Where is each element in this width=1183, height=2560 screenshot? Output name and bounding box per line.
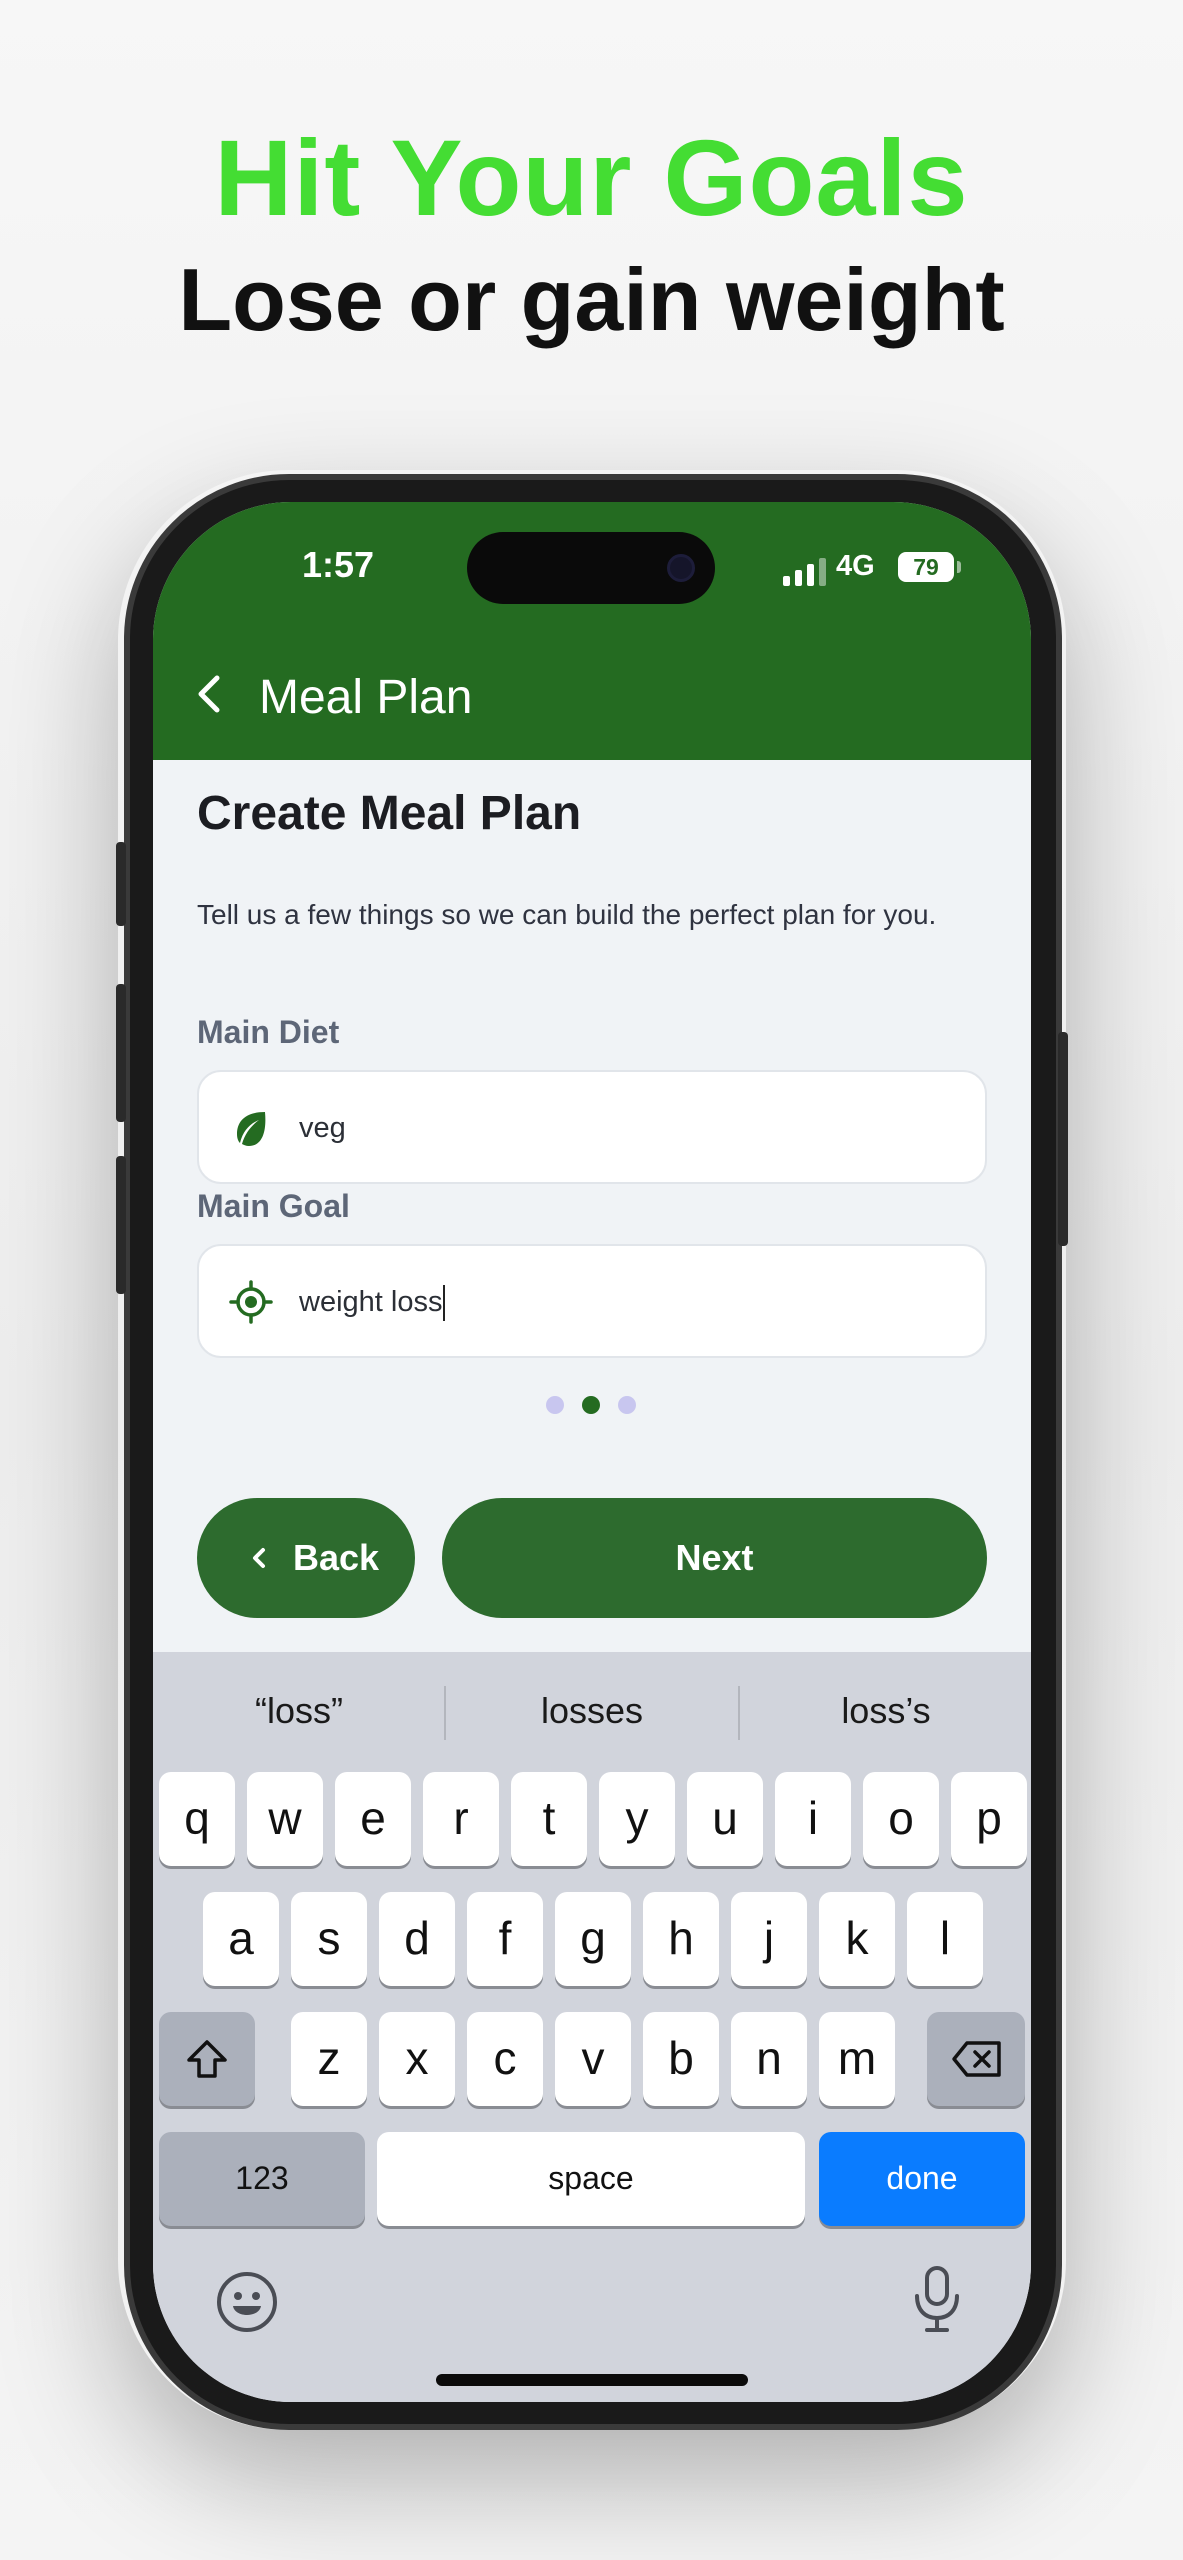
key-i[interactable]: i [775,1772,851,1866]
battery-icon: 79 [898,552,954,582]
suggestion-1[interactable]: “loss” [153,1652,445,1770]
goal-value-text: weight loss [299,1286,443,1318]
next-button[interactable]: Next [442,1498,987,1618]
key-m[interactable]: m [819,2012,895,2106]
space-key[interactable]: space [377,2132,805,2226]
page-dot [618,1396,636,1414]
text-cursor [443,1285,446,1322]
target-icon [229,1280,273,1324]
key-l[interactable]: l [907,1892,983,1986]
key-d[interactable]: d [379,1892,455,1986]
status-time: 1:57 [301,544,375,585]
microphone-icon[interactable] [911,2264,963,2336]
key-b[interactable]: b [643,2012,719,2106]
key-v[interactable]: v [555,2012,631,2106]
goal-label: Main Goal [197,1188,350,1224]
diet-value: veg [299,1112,346,1144]
key-n[interactable]: n [731,2012,807,2106]
key-j[interactable]: j [731,1892,807,1986]
battery-level: 79 [913,554,939,580]
phone-screen: 1:57 4G 79 Meal Plan Create Meal Plan Te… [153,502,1031,2402]
form-title: Create Meal Plan [197,787,582,840]
promo-subline: Lose or gain weight [178,250,1005,349]
key-c[interactable]: c [467,2012,543,2106]
done-key[interactable]: done [819,2132,1025,2226]
key-t[interactable]: t [511,1772,587,1866]
key-g[interactable]: g [555,1892,631,1986]
key-z[interactable]: z [291,2012,367,2106]
diet-field[interactable]: veg [197,1070,987,1184]
leaf-icon [237,1112,266,1146]
shift-icon [187,2040,227,2078]
page-dot [546,1396,564,1414]
chevron-left-icon [253,1548,265,1568]
key-w[interactable]: w [247,1772,323,1866]
suggestion-2[interactable]: losses [446,1652,738,1770]
key-r[interactable]: r [423,1772,499,1866]
network-type: 4G [836,550,875,582]
key-q[interactable]: q [159,1772,235,1866]
chevron-left-icon[interactable] [189,672,233,716]
key-a[interactable]: a [203,1892,279,1986]
camera-icon [667,554,695,582]
promo-headline: Hit Your Goals [214,117,969,238]
numbers-key[interactable]: 123 [159,2132,365,2226]
battery-tip [957,561,961,573]
diet-label: Main Diet [197,1014,340,1050]
key-x[interactable]: x [379,2012,455,2106]
key-y[interactable]: y [599,1772,675,1866]
volume-down-button [116,1156,126,1294]
signal-icon [783,558,826,586]
key-s[interactable]: s [291,1892,367,1986]
suggestion-3[interactable]: loss’s [740,1652,1031,1770]
page-dot-active [582,1396,600,1414]
action-button [116,842,126,926]
key-o[interactable]: o [863,1772,939,1866]
power-button [1058,1032,1068,1246]
home-indicator[interactable] [436,2374,748,2386]
back-button-label: Back [293,1537,380,1578]
delete-key[interactable] [927,2012,1025,2106]
goal-field[interactable]: weight loss [197,1244,987,1358]
emoji-icon[interactable] [215,2270,279,2334]
page-title: Meal Plan [259,671,473,724]
shift-key[interactable] [159,2012,255,2106]
app-header: 1:57 4G 79 Meal Plan [153,502,1031,760]
volume-up-button [116,984,126,1122]
key-u[interactable]: u [687,1772,763,1866]
page-indicator [546,1396,636,1414]
backspace-icon [952,2041,1001,2077]
back-button[interactable]: Back [197,1498,415,1618]
keyboard: “loss” losses loss’s q w e r t y u i o p… [153,1652,1031,2402]
key-h[interactable]: h [643,1892,719,1986]
goal-value[interactable]: weight loss [299,1282,446,1322]
key-k[interactable]: k [819,1892,895,1986]
dynamic-island [467,532,715,604]
key-p[interactable]: p [951,1772,1027,1866]
form-description: Tell us a few things so we can build the… [197,899,937,930]
key-f[interactable]: f [467,1892,543,1986]
key-e[interactable]: e [335,1772,411,1866]
